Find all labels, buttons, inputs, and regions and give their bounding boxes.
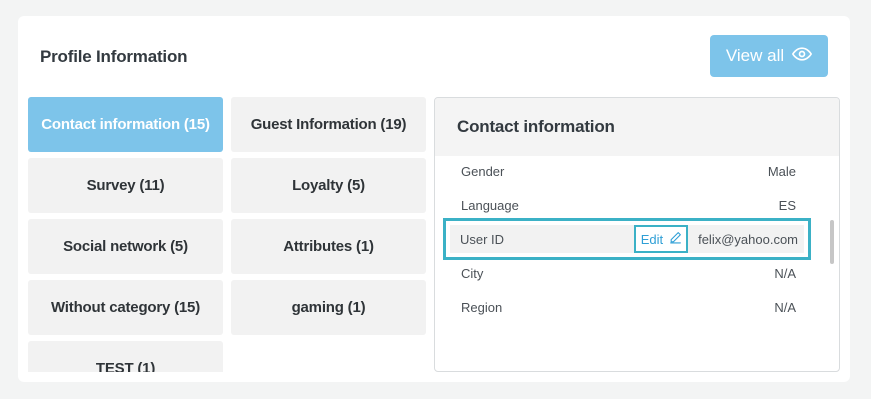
scrollbar[interactable] bbox=[830, 220, 834, 264]
field-value: Male bbox=[767, 163, 796, 179]
field-row-gender: Gender Male bbox=[461, 156, 796, 186]
view-all-label: View all bbox=[725, 46, 785, 65]
edit-label: Edit bbox=[640, 231, 664, 247]
field-label: User ID bbox=[460, 231, 505, 247]
page-title: Profile Information bbox=[40, 47, 188, 66]
category-gaming[interactable]: gaming (1) bbox=[231, 280, 426, 335]
category-guest-information[interactable]: Guest Information (19) bbox=[231, 97, 426, 152]
edit-button[interactable]: Edit bbox=[633, 225, 689, 253]
field-row-city: City N/A bbox=[461, 258, 796, 288]
field-label: City bbox=[461, 265, 484, 281]
category-attributes[interactable]: Attributes (1) bbox=[231, 219, 426, 274]
contact-information-panel: Contact information Gender Male Language… bbox=[434, 97, 840, 372]
field-label: Region bbox=[461, 299, 503, 315]
view-all-button[interactable]: View all bbox=[710, 35, 828, 77]
category-without-category[interactable]: Without category (15) bbox=[28, 280, 223, 335]
field-value: N/A bbox=[774, 265, 796, 281]
profile-information-card: Profile Information View all Contact inf… bbox=[18, 16, 850, 382]
category-loyalty[interactable]: Loyalty (5) bbox=[231, 158, 426, 213]
category-list: Contact information (15) Guest Informati… bbox=[28, 97, 426, 372]
field-row-region: Region N/A bbox=[461, 292, 796, 322]
panel-title: Contact information bbox=[435, 98, 839, 156]
category-social-network[interactable]: Social network (5) bbox=[28, 219, 223, 274]
pencil-icon bbox=[669, 231, 682, 247]
field-value: felix@yahoo.com bbox=[698, 231, 798, 247]
field-row-user-id[interactable]: User ID Edit felix@yahoo.com bbox=[443, 218, 811, 260]
field-label: Language bbox=[461, 197, 519, 213]
field-row-language: Language ES bbox=[461, 190, 796, 220]
category-contact-information[interactable]: Contact information (15) bbox=[28, 97, 223, 152]
field-label: Gender bbox=[461, 163, 505, 179]
field-value: N/A bbox=[774, 299, 796, 315]
eye-icon bbox=[792, 44, 813, 69]
field-value: ES bbox=[778, 197, 796, 213]
category-test[interactable]: TEST (1) bbox=[28, 341, 223, 372]
category-survey[interactable]: Survey (11) bbox=[28, 158, 223, 213]
